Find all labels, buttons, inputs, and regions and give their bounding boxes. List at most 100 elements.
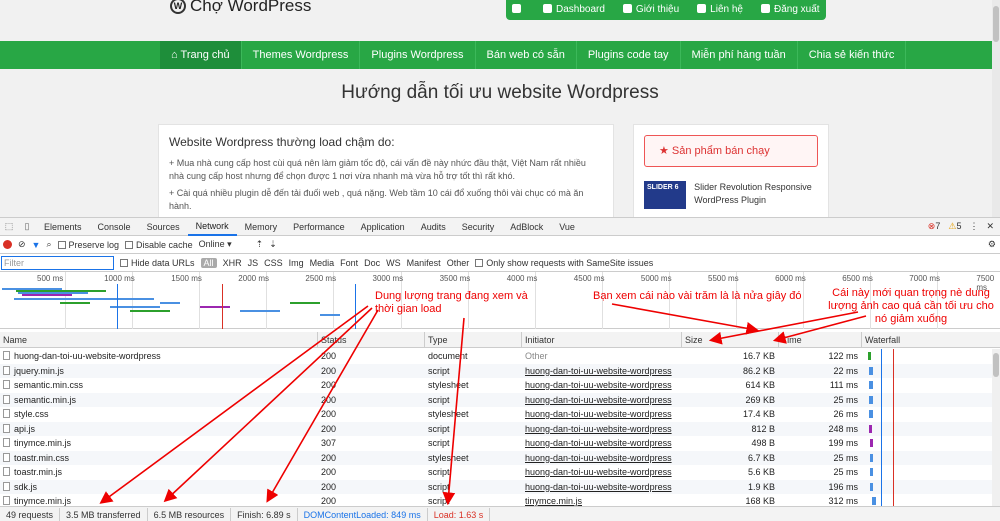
timeline-tick-label: 1500 ms xyxy=(171,274,202,283)
warning-count[interactable]: ⚠5 xyxy=(948,221,961,232)
table-row[interactable]: tinymce.min.js 200 script tinymce.min.js 168… xyxy=(0,494,1000,506)
clear-icon[interactable]: ⊘ xyxy=(18,239,26,250)
column-size[interactable]: Size xyxy=(682,332,779,347)
table-row[interactable]: semantic.min.js 200 script huong-dan-toi-uu… xyxy=(0,392,1000,408)
request-initiator[interactable]: huong-dan-toi-uu-website-wordpress xyxy=(522,422,682,437)
scrollbar-thumb[interactable] xyxy=(993,353,999,377)
nav-plugins[interactable]: Plugins Wordpress xyxy=(360,41,476,69)
nav-free-weekly[interactable]: Miễn phí hàng tuần xyxy=(681,41,798,69)
timeline-tick-label: 3500 ms xyxy=(439,274,471,283)
hide-data-urls-checkbox[interactable]: Hide data URLs xyxy=(120,258,195,268)
column-waterfall[interactable]: Waterfall xyxy=(862,332,1000,347)
type-filter-css[interactable]: CSS xyxy=(264,258,283,268)
column-initiator[interactable]: Initiator xyxy=(522,332,682,347)
table-row[interactable]: jquery.min.js 200 script huong-dan-toi-uu-w… xyxy=(0,363,1000,379)
tab-console[interactable]: Console xyxy=(90,218,139,236)
type-filter-xhr[interactable]: XHR xyxy=(223,258,242,268)
waterfall-marker xyxy=(881,378,882,393)
topnav-about-link[interactable]: Giới thiệu xyxy=(622,3,679,15)
export-icon[interactable]: ⇣ xyxy=(269,239,277,250)
type-filter-doc[interactable]: Doc xyxy=(364,258,380,268)
filter-icon[interactable]: ▼ xyxy=(32,240,41,250)
request-initiator[interactable]: huong-dan-toi-uu-website-wordpress xyxy=(522,407,682,422)
close-icon[interactable]: ✕ xyxy=(986,221,994,232)
topnav-contact-link[interactable]: Liên hệ xyxy=(697,3,743,15)
waterfall-marker xyxy=(881,436,882,451)
tab-sources[interactable]: Sources xyxy=(139,218,188,236)
tab-audits[interactable]: Audits xyxy=(413,218,454,236)
table-row[interactable]: tinymce.min.js 307 script huong-dan-toi-uu-… xyxy=(0,436,1000,451)
type-filter-all[interactable]: All xyxy=(200,257,217,268)
tab-security[interactable]: Security xyxy=(454,218,503,236)
table-row[interactable]: sdk.js 200 script huong-dan-toi-uu-website-… xyxy=(0,479,1000,495)
throttle-select[interactable]: Online ▾ xyxy=(199,239,232,250)
device-toggle-icon[interactable]: ▯ xyxy=(18,218,36,236)
request-name: semantic.min.css xyxy=(0,378,318,393)
request-initiator[interactable]: huong-dan-toi-uu-website-wordpress xyxy=(522,480,682,495)
table-row[interactable]: huong-dan-toi-uu-website-wordpress 200 doc… xyxy=(0,349,1000,364)
column-status[interactable]: Status xyxy=(318,332,425,347)
tab-adblock[interactable]: AdBlock xyxy=(502,218,551,236)
inspect-icon[interactable]: ⬚ xyxy=(0,218,18,236)
request-initiator[interactable]: tinymce.min.js xyxy=(522,494,682,506)
nav-custom-plugins[interactable]: Plugins code tay xyxy=(577,41,681,69)
website-view: W Chợ WordPress Dashboard Giới thiệu Liê… xyxy=(0,0,1000,217)
request-name-label: semantic.min.css xyxy=(14,380,84,390)
column-time[interactable]: Time xyxy=(779,332,862,347)
table-row[interactable]: semantic.min.css 200 stylesheet huong-dan-t… xyxy=(0,378,1000,393)
nav-home[interactable]: ⌂ Trang chủ xyxy=(160,41,242,69)
table-scrollbar[interactable] xyxy=(992,349,1000,506)
topnav-logout-link[interactable]: Đăng xuất xyxy=(760,3,820,15)
request-initiator[interactable]: huong-dan-toi-uu-website-wordpress xyxy=(522,393,682,408)
scrollbar-thumb[interactable] xyxy=(993,6,999,42)
preserve-log-checkbox[interactable]: Preserve log xyxy=(57,240,119,250)
request-initiator[interactable]: huong-dan-toi-uu-website-wordpress xyxy=(522,465,682,480)
filter-input[interactable]: Filter xyxy=(1,255,114,270)
topnav-dashboard-link[interactable]: Dashboard xyxy=(543,3,605,15)
table-row[interactable]: style.css 200 stylesheet huong-dan-toi-uu-w… xyxy=(0,407,1000,422)
request-initiator[interactable]: huong-dan-toi-uu-website-wordpress xyxy=(522,364,682,379)
nav-knowledge[interactable]: Chia sẻ kiến thức xyxy=(798,41,907,69)
tab-application[interactable]: Application xyxy=(353,218,413,236)
type-filter-js[interactable]: JS xyxy=(248,258,259,268)
samesite-checkbox[interactable]: Only show requests with SameSite issues xyxy=(475,258,653,268)
nav-ready-web[interactable]: Bán web có sẵn xyxy=(476,41,577,69)
request-initiator[interactable]: huong-dan-toi-uu-website-wordpress xyxy=(522,378,682,393)
type-filter-ws[interactable]: WS xyxy=(386,258,401,268)
tab-elements[interactable]: Elements xyxy=(36,218,90,236)
request-name-label: toastr.min.css xyxy=(14,452,70,463)
type-filter-media[interactable]: Media xyxy=(310,258,335,268)
type-filter-img[interactable]: Img xyxy=(289,258,304,268)
tab-performance[interactable]: Performance xyxy=(285,218,353,236)
tab-network[interactable]: Network xyxy=(187,218,237,236)
site-logo[interactable]: W Chợ WordPress xyxy=(170,0,311,16)
nav-themes[interactable]: Themes Wordpress xyxy=(242,41,361,69)
request-initiator[interactable]: huong-dan-toi-uu-website-wordpress xyxy=(522,451,682,466)
best-seller-button[interactable]: ★ Sản phẩm bán chạy xyxy=(644,135,818,167)
search-icon[interactable]: ⌕ xyxy=(46,239,51,250)
topnav-dashboard[interactable] xyxy=(512,3,525,15)
tab-memory[interactable]: Memory xyxy=(237,218,286,236)
file-icon xyxy=(3,394,10,404)
type-filter-other[interactable]: Other xyxy=(447,258,470,268)
product-item[interactable]: SLIDER 6 Slider Revolution Responsive Wo… xyxy=(644,181,818,209)
page-scrollbar[interactable] xyxy=(992,0,1000,217)
request-initiator[interactable]: huong-dan-toi-uu-website-wordpress xyxy=(522,436,682,451)
tab-vue[interactable]: Vue xyxy=(551,218,583,236)
settings-gear-icon[interactable]: ⚙ xyxy=(988,239,996,250)
error-count[interactable]: ⊗7 xyxy=(928,221,941,232)
import-icon[interactable]: ⇡ xyxy=(256,239,264,250)
table-row[interactable]: toastr.min.js 200 script huong-dan-toi-uu-w… xyxy=(0,465,1000,480)
waterfall-bar xyxy=(870,468,873,476)
table-row[interactable]: api.js 200 script huong-dan-toi-uu-website-… xyxy=(0,421,1000,437)
record-icon[interactable] xyxy=(3,240,12,249)
disable-cache-checkbox[interactable]: Disable cache xyxy=(125,240,193,250)
column-name[interactable]: Name xyxy=(0,332,318,347)
type-filter-manifest[interactable]: Manifest xyxy=(407,258,441,268)
table-row[interactable]: toastr.min.css 200 stylesheet huong-dan-toi… xyxy=(0,450,1000,466)
more-options-icon[interactable]: ⋮ xyxy=(969,221,978,232)
type-filter-font[interactable]: Font xyxy=(340,258,358,268)
disable-cache-label: Disable cache xyxy=(136,239,193,250)
column-type[interactable]: Type xyxy=(425,332,522,347)
request-name-label: api.js xyxy=(14,423,36,434)
